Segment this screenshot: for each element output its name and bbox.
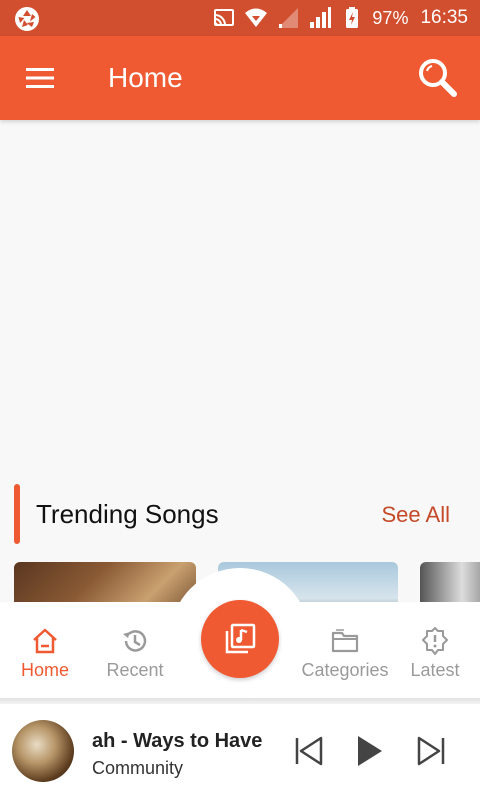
folder-icon (331, 629, 359, 653)
skip-next-icon[interactable] (414, 734, 448, 768)
cast-icon (214, 9, 235, 26)
section-title: Trending Songs (36, 499, 219, 529)
badge-alert-icon (422, 627, 448, 655)
trending-section-header: Trending Songs See All (0, 484, 480, 544)
app-bar: Home (0, 36, 480, 120)
nav-label-categories: Categories (301, 660, 389, 680)
hamburger-menu-icon[interactable] (24, 64, 58, 92)
search-icon[interactable] (416, 56, 460, 100)
skip-previous-icon[interactable] (292, 734, 326, 768)
battery-charging-icon (346, 7, 359, 28)
music-library-button[interactable] (201, 600, 279, 678)
status-bar: 97% 16:35 (0, 0, 480, 36)
nav-label-recent: Recent (106, 660, 164, 680)
play-icon[interactable] (352, 734, 386, 768)
nav-label-latest: Latest (410, 660, 460, 680)
album-art[interactable] (12, 720, 74, 782)
music-library-icon (225, 623, 256, 654)
clock: 16:35 (420, 7, 468, 28)
song-card[interactable] (14, 562, 196, 602)
signal-weak-icon (278, 8, 299, 28)
battery-percent: 97% (372, 7, 409, 28)
nav-item-categories[interactable]: Categories (300, 602, 390, 698)
history-icon (123, 630, 147, 652)
song-card[interactable] (420, 562, 480, 602)
nav-item-home[interactable]: Home (0, 602, 90, 698)
nav-item-latest[interactable]: Latest (390, 602, 480, 698)
nav-label-home: Home (20, 660, 69, 680)
camera-aperture-icon (15, 7, 39, 31)
page-title: Home (108, 62, 183, 93)
section-accent-bar (14, 484, 20, 544)
bottom-navigation: Home Recent Categories Latest (0, 568, 480, 698)
home-icon (33, 628, 57, 654)
signal-strong-icon (310, 7, 332, 28)
see-all-link[interactable]: See All (382, 502, 451, 528)
track-title[interactable]: ah - Ways to Have (92, 730, 264, 753)
wifi-icon (245, 8, 268, 27)
mini-player[interactable]: ah - Ways to Have Community (0, 704, 480, 800)
nav-item-recent[interactable]: Recent (90, 602, 180, 698)
track-artist: Community (92, 758, 184, 778)
